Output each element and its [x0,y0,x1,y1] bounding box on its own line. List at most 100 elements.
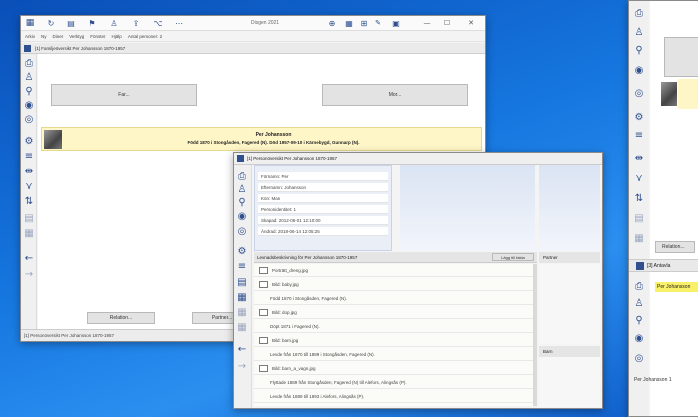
person-icon[interactable]: ♙ [109,18,119,28]
sort-icon[interactable]: ⇅ [631,192,647,205]
settings-icon[interactable]: ⚙ [234,245,250,258]
tree-down-icon[interactable]: ⋎ [631,172,647,185]
print-icon[interactable]: ⎙ [631,280,647,293]
more-icon[interactable]: ⋯ [174,18,184,28]
field-kon[interactable]: Kön: Man [258,194,388,203]
refresh-icon[interactable]: ↻ [46,18,56,28]
relation-button-right[interactable]: Relation... [655,241,695,253]
target-icon[interactable]: ⊕ [327,18,337,28]
compare-icon[interactable]: ⇹ [21,165,37,178]
forward-arrow-icon[interactable]: → [21,268,37,281]
document-icon[interactable]: ▤ [631,212,647,225]
list-item[interactable]: Bild: barn_a_vagn.jpg [254,362,537,375]
grid-icon[interactable]: ▦ [344,18,354,28]
globe-person-icon[interactable]: ◎ [631,87,647,100]
back-arrow-icon[interactable]: ← [234,343,250,356]
table-icon[interactable]: ▦ [234,291,250,304]
print-icon[interactable]: ⎙ [234,170,250,183]
menu-item-ny[interactable]: Ny [41,34,47,39]
partner-panel [539,264,600,344]
pen-icon[interactable]: ✎ [373,18,383,28]
list-scrollbar[interactable] [533,264,537,406]
flag-icon[interactable]: ⚑ [87,18,97,28]
menu-item-fonster[interactable]: Fönster [90,34,105,39]
person-icon[interactable]: ♙ [234,183,250,196]
table-icon[interactable]: ▦ [21,227,37,240]
search-icon[interactable]: ⚲ [631,314,647,327]
list-item[interactable]: Flyttade 1889 från Stongåsden, Fagered (… [254,376,537,389]
search-icon[interactable]: ⚲ [234,196,250,209]
field-fornamn[interactable]: Förnamn: Per [258,172,388,181]
settings-icon[interactable]: ⚙ [21,135,37,148]
tree-down-icon[interactable]: ⋎ [21,180,37,193]
globe-icon[interactable]: ◉ [631,64,647,77]
globe-icon[interactable]: ◉ [21,99,37,112]
tree-icon[interactable]: ⊞ [359,18,369,28]
field-personidentitet[interactable]: Personidentitet: 1 [258,205,388,214]
minimize-icon[interactable]: — [421,18,433,28]
forward-arrow-icon[interactable]: → [234,360,250,373]
menu-item-diner[interactable]: Diner [53,34,64,39]
field-efternamn[interactable]: Efternamn: Johansson [258,183,388,192]
list-item[interactable]: Porträtt_dreng.jpg [254,264,537,277]
chart-icon[interactable]: ▣ [391,18,401,28]
list-item[interactable]: Född 1870 i Stongåsden, Fagered (N). [254,292,537,305]
notes-panel [539,165,600,251]
globe-person-icon[interactable]: ◎ [234,225,250,238]
father-button[interactable]: Far... [51,84,197,106]
document-icon[interactable]: ▤ [21,212,37,225]
tab-header: [1] Familjeöversikt Per Johansson 1870-1… [21,43,485,54]
calendar-icon[interactable]: ▤ [66,18,76,28]
search-icon[interactable]: ⚲ [21,85,37,98]
children-panel [539,357,600,407]
person-photo[interactable] [44,130,62,149]
app-icon[interactable]: ▦ [25,18,35,28]
globe-person-icon[interactable]: ◎ [21,113,37,126]
print-icon[interactable]: ⎙ [21,57,37,70]
settings-icon[interactable]: ⚙ [631,111,647,124]
ancestor-person-name: Per Johansson [657,284,691,290]
back-arrow-icon[interactable]: ← [21,252,37,265]
list-item[interactable]: Bild: baby.jpg [254,278,537,291]
globe-person-icon[interactable]: ◎ [631,352,647,365]
list-icon[interactable]: ≡ [631,129,647,142]
person-icon[interactable]: ♙ [21,71,37,84]
lifespan-list: Porträtt_dreng.jpg Bild: baby.jpg Född 1… [254,264,537,406]
branch-icon[interactable]: ⌥ [153,18,163,28]
list-item[interactable]: Bild: dop.jpg [254,306,537,319]
person-photo-right[interactable] [661,82,677,106]
close-icon[interactable]: ✕ [465,18,477,28]
ancestor-person-card[interactable]: Per Johansson [655,282,698,292]
father-button-partial[interactable] [664,37,698,77]
globe-icon[interactable]: ◉ [234,210,250,223]
mother-button[interactable]: Mor... [322,84,468,106]
list-item[interactable]: Levde från 1889 till 1893 i Alefors, Ali… [254,390,537,403]
globe-icon[interactable]: ◉ [631,332,647,345]
document-icon[interactable]: ▤ [234,276,250,289]
list-item[interactable]: Döpt 1871 i Fagered (N). [254,320,537,333]
table-icon[interactable]: ▦ [631,232,647,245]
person-icon[interactable]: ♙ [631,297,647,310]
tab-icon [237,155,244,162]
print-icon[interactable]: ⎙ [631,7,647,20]
menu-item-hjalp[interactable]: Hjälp [112,34,122,39]
sort-icon[interactable]: ⇅ [21,195,37,208]
person-icon[interactable]: ♙ [631,26,647,39]
upload-icon[interactable]: ⇪ [131,18,141,28]
add-fact-button[interactable]: Lägg till fakta [492,253,534,261]
person-card-right[interactable] [678,79,698,109]
list-item[interactable]: Bild: barn.jpg [254,334,537,347]
search-icon[interactable]: ⚲ [631,44,647,57]
list-icon[interactable]: ≡ [234,260,250,273]
grid-icon[interactable]: ▦ [234,306,250,319]
compare-icon[interactable]: ⇹ [631,152,647,165]
relation-button[interactable]: Relation... [87,312,155,324]
maximize-icon[interactable]: ☐ [441,18,453,28]
menu-item-verktyg[interactable]: Verktyg [69,34,84,39]
person-card[interactable]: Per Johansson Född 1870 i Stongåsden, Fa… [41,127,482,151]
lifespan-header: Levnadsbeskrivning för Per Johansson 187… [254,252,537,263]
list-item[interactable]: Levde från 1870 till 1889 i Stongåsden, … [254,348,537,361]
list-icon[interactable]: ≡ [21,150,37,163]
grid-icon[interactable]: ▦ [234,321,250,334]
menu-item-arkiv[interactable]: Arkiv [25,34,35,39]
